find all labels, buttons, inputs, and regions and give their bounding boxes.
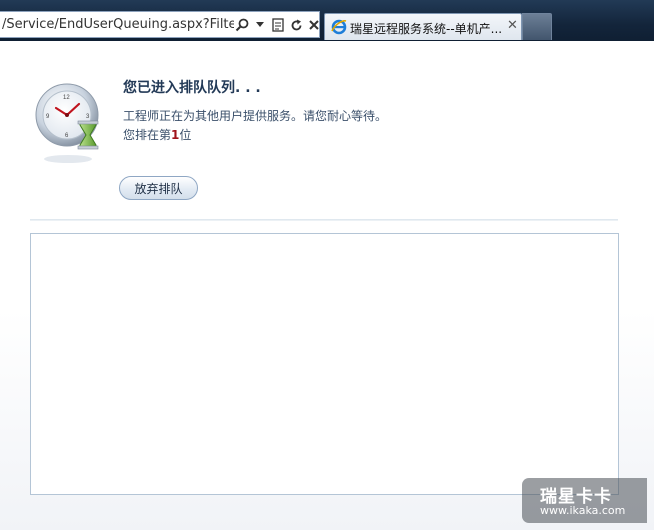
compatibility-icon[interactable] <box>270 15 286 35</box>
queue-message: 工程师正在为其他用户提供服务。请您耐心等待。 <box>123 109 388 123</box>
dropdown-icon[interactable] <box>252 15 268 35</box>
refresh-icon[interactable] <box>288 15 304 35</box>
address-input[interactable]: /Service/EndUserQueuing.aspx?FilterGr <box>2 17 234 32</box>
content-frame <box>30 233 619 495</box>
tab-close-icon[interactable]: ✕ <box>507 19 518 33</box>
browser-chrome: /Service/EndUserQueuing.aspx?FilterGr 瑞星… <box>0 0 654 41</box>
queue-title: 您已进入排队队列. . . <box>123 80 261 96</box>
new-tab-button[interactable] <box>522 13 552 40</box>
hourglass-clock-icon: 12 6 9 3 <box>34 79 104 165</box>
queue-position: 您排在第1位 <box>123 126 191 143</box>
abandon-queue-button[interactable]: 放弃排队 <box>119 176 198 200</box>
queue-page: 12 6 9 3 您已进入排队队列. . . 工程师正在为其他用户提供服务。请您… <box>0 41 654 530</box>
tab-title: 瑞星远程服务系统--单机产... <box>350 22 503 36</box>
watermark: 瑞星卡卡 www.ikaka.com <box>522 478 647 523</box>
address-bar[interactable]: /Service/EndUserQueuing.aspx?FilterGr <box>0 11 320 38</box>
search-icon[interactable] <box>234 15 250 35</box>
divider <box>30 219 618 221</box>
stop-icon[interactable] <box>306 15 322 35</box>
watermark-url: www.ikaka.com <box>540 504 626 517</box>
browser-tab[interactable]: 瑞星远程服务系统--单机产... ✕ <box>324 13 522 40</box>
ie-icon <box>331 19 347 39</box>
position-prefix: 您排在第 <box>123 128 172 142</box>
position-suffix: 位 <box>179 128 192 142</box>
address-bar-buttons <box>234 15 324 35</box>
svg-text:12: 12 <box>63 95 70 101</box>
